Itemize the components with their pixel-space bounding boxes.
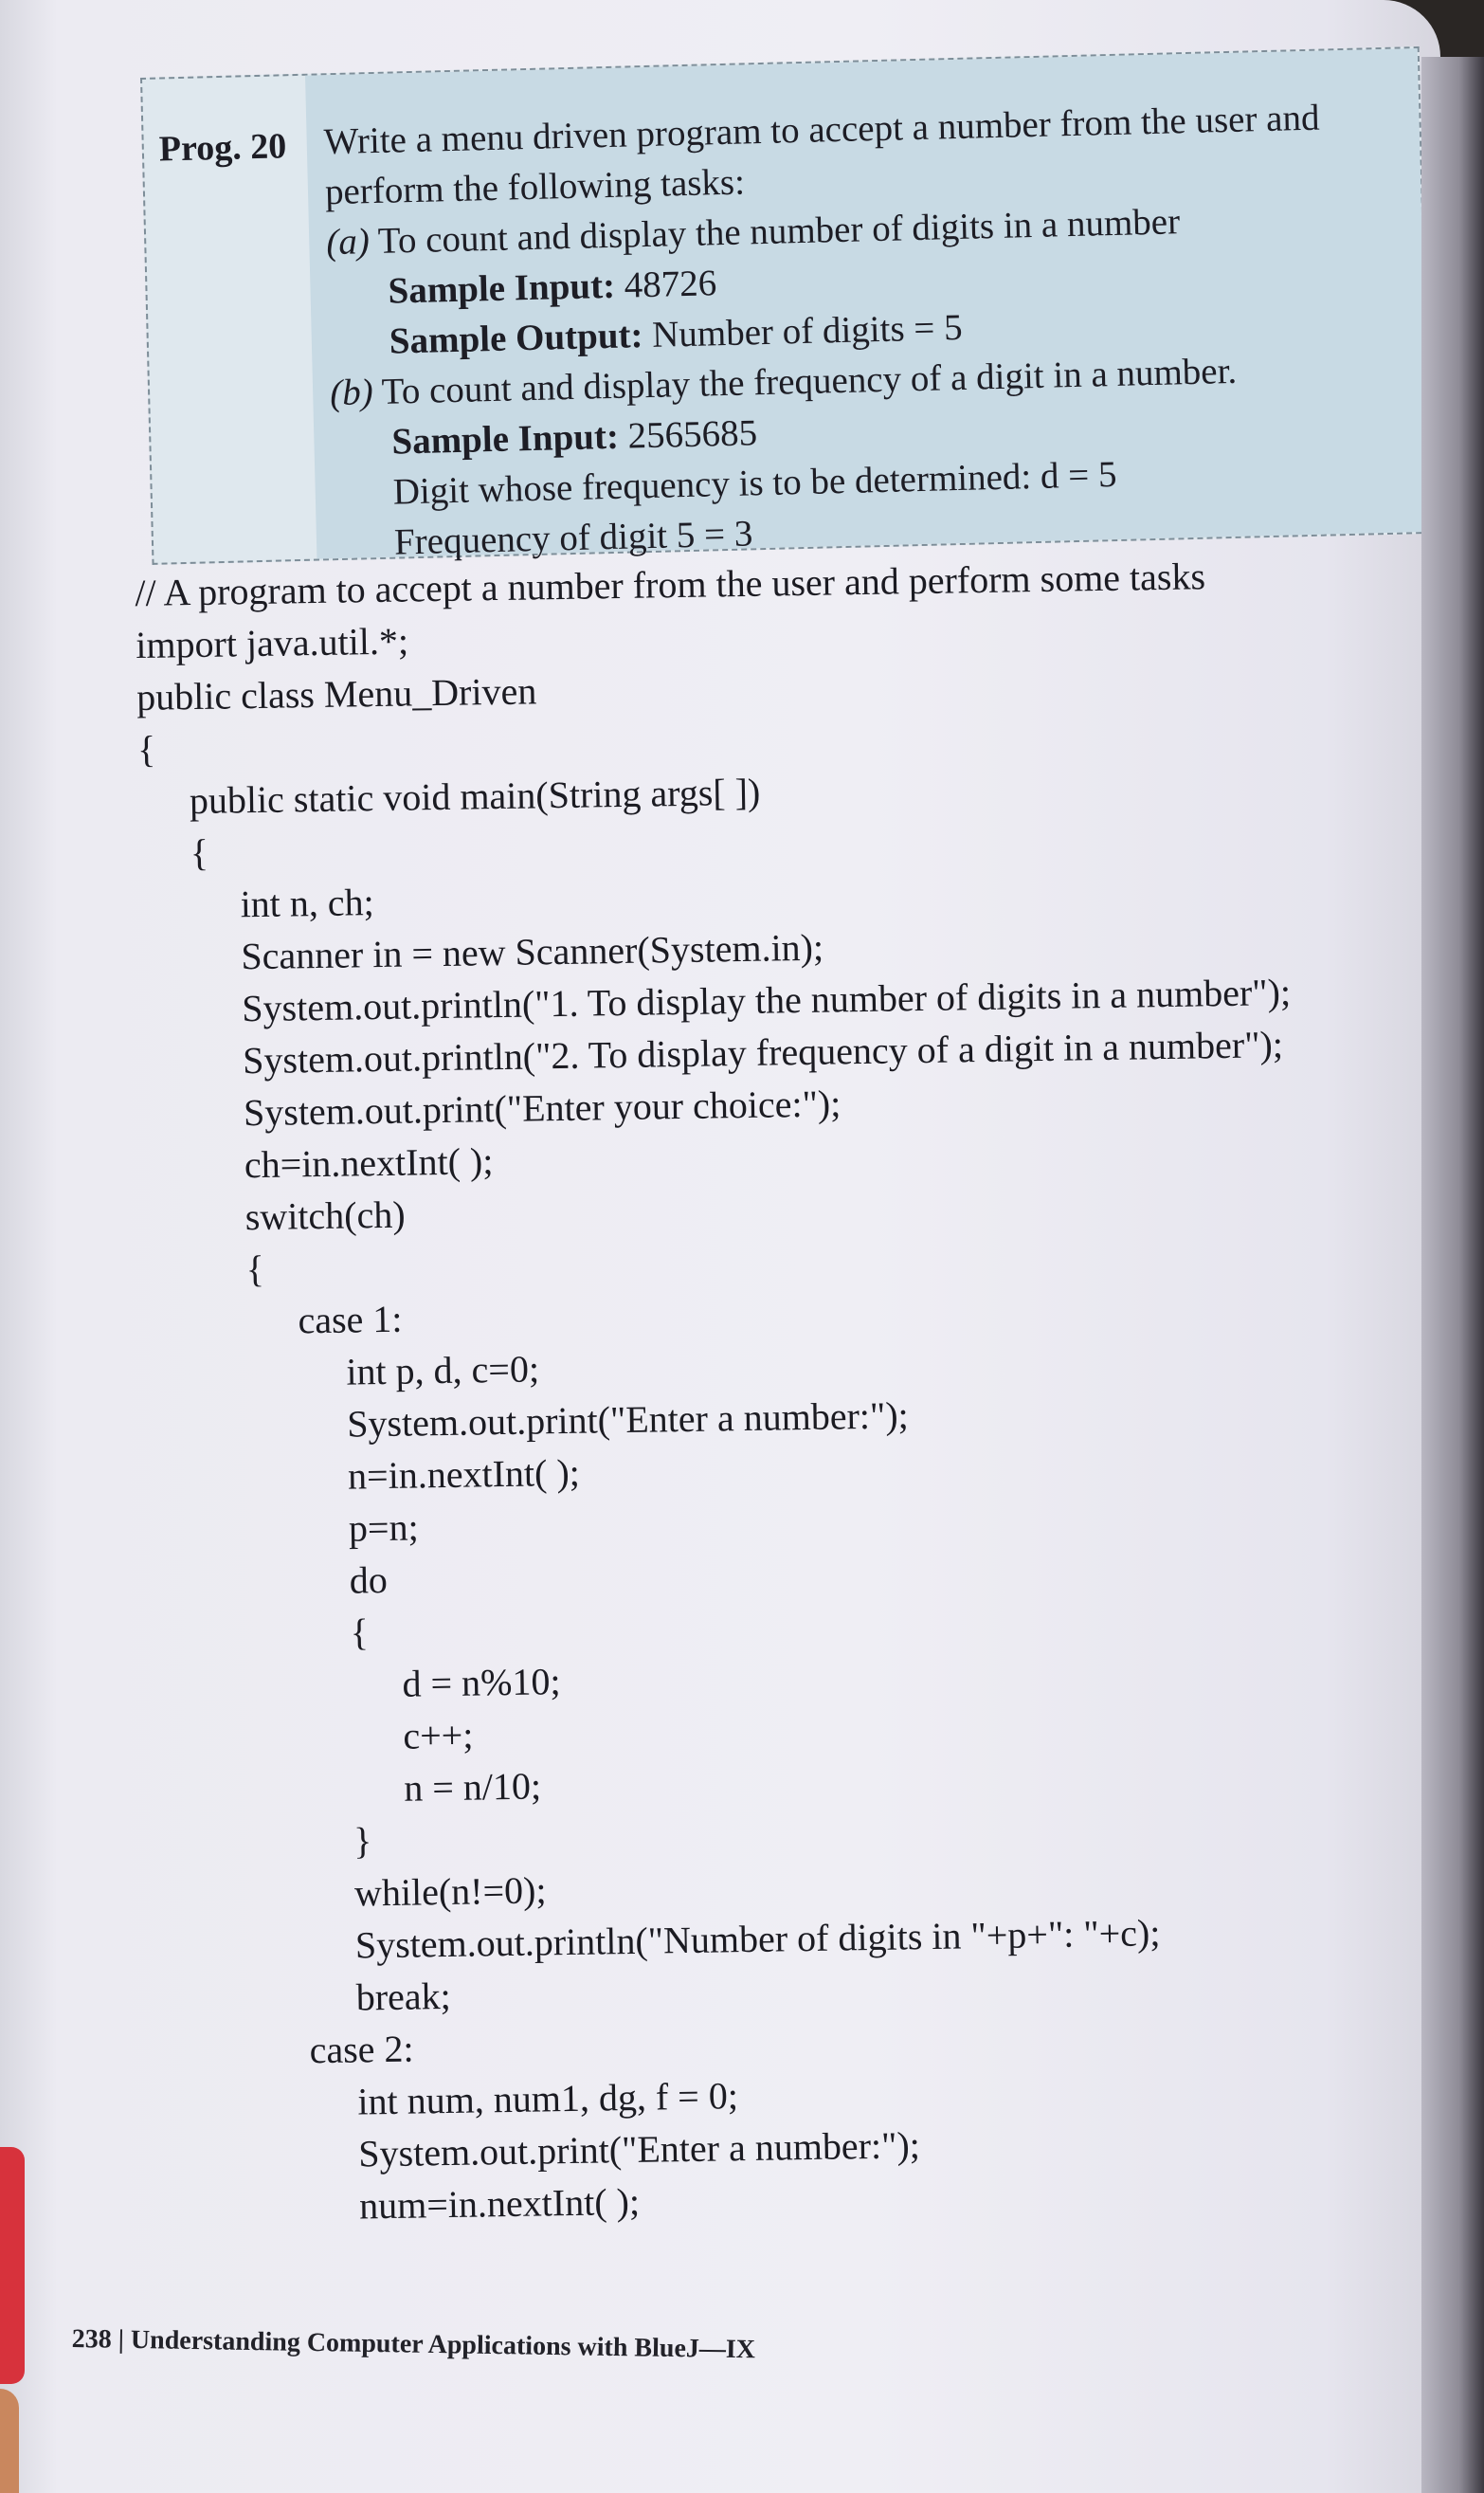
program-label: Prog. 20 <box>158 126 287 170</box>
part-a-output-value: Number of digits = 5 <box>651 306 964 355</box>
program-question-box: Prog. 20 Write a menu driven program to … <box>140 46 1432 565</box>
hand-edge <box>0 2389 19 2493</box>
java-code-listing: // A program to accept a number from the… <box>135 547 1440 2235</box>
part-b-input-value: 2565685 <box>627 412 758 457</box>
book-page: Prog. 20 Write a menu driven program to … <box>0 0 1440 2493</box>
part-a-output-label: Sample Output: <box>389 315 643 362</box>
part-a-input-label: Sample Input: <box>388 264 616 312</box>
bookmark-tab <box>0 2147 25 2384</box>
part-a-marker: (a) <box>325 221 371 264</box>
part-b-marker: (b) <box>329 372 374 414</box>
book-page-edge <box>1421 57 1484 2493</box>
part-a-input-value: 48726 <box>624 263 717 306</box>
page-footer: 238 | Understanding Computer Application… <box>71 2324 756 2365</box>
part-b-input-label: Sample Input: <box>390 415 620 463</box>
question-text: Write a menu driven program to accept a … <box>323 90 1414 569</box>
